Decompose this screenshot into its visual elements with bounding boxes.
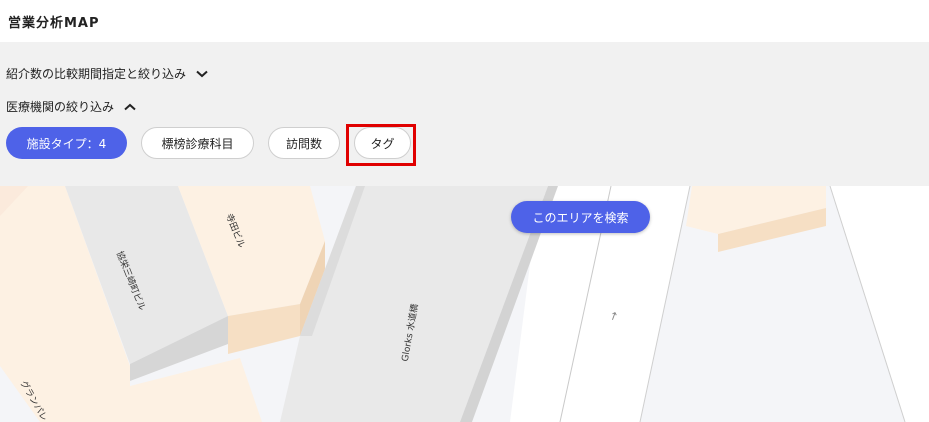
app-header: 営業分析MAP [0, 0, 929, 42]
map-road [830, 186, 929, 422]
referral-filter-label: 紹介数の比較期間指定と絞り込み [6, 67, 187, 81]
filter-chips: 施設タイプ：4 標榜診療科目 訪問数 タグ [6, 127, 425, 159]
map-view[interactable]: 寺田ビル 協栄三崎町ビル Glorks 水道橋 グランパレ ↑ このエリアを検索 [0, 186, 929, 422]
chevron-down-icon [196, 70, 208, 78]
filter-panel: 紹介数の比較期間指定と絞り込み 医療機関の絞り込み 施設タイプ：4 標榜診療科目… [0, 42, 929, 186]
medical-filter-label: 医療機関の絞り込み [6, 100, 115, 114]
referral-filter-toggle[interactable]: 紹介数の比較期間指定と絞り込み [6, 65, 208, 82]
page-title: 営業分析MAP [8, 15, 100, 31]
chip-tag[interactable]: タグ [354, 127, 411, 159]
chevron-up-icon [124, 103, 136, 111]
chip-specialty[interactable]: 標榜診療科目 [141, 127, 254, 159]
medical-filter-toggle[interactable]: 医療機関の絞り込み [6, 98, 136, 115]
chip-visit-count[interactable]: 訪問数 [268, 127, 340, 159]
search-this-area-button[interactable]: このエリアを検索 [511, 201, 650, 233]
chip-facility-type[interactable]: 施設タイプ：4 [6, 127, 127, 159]
